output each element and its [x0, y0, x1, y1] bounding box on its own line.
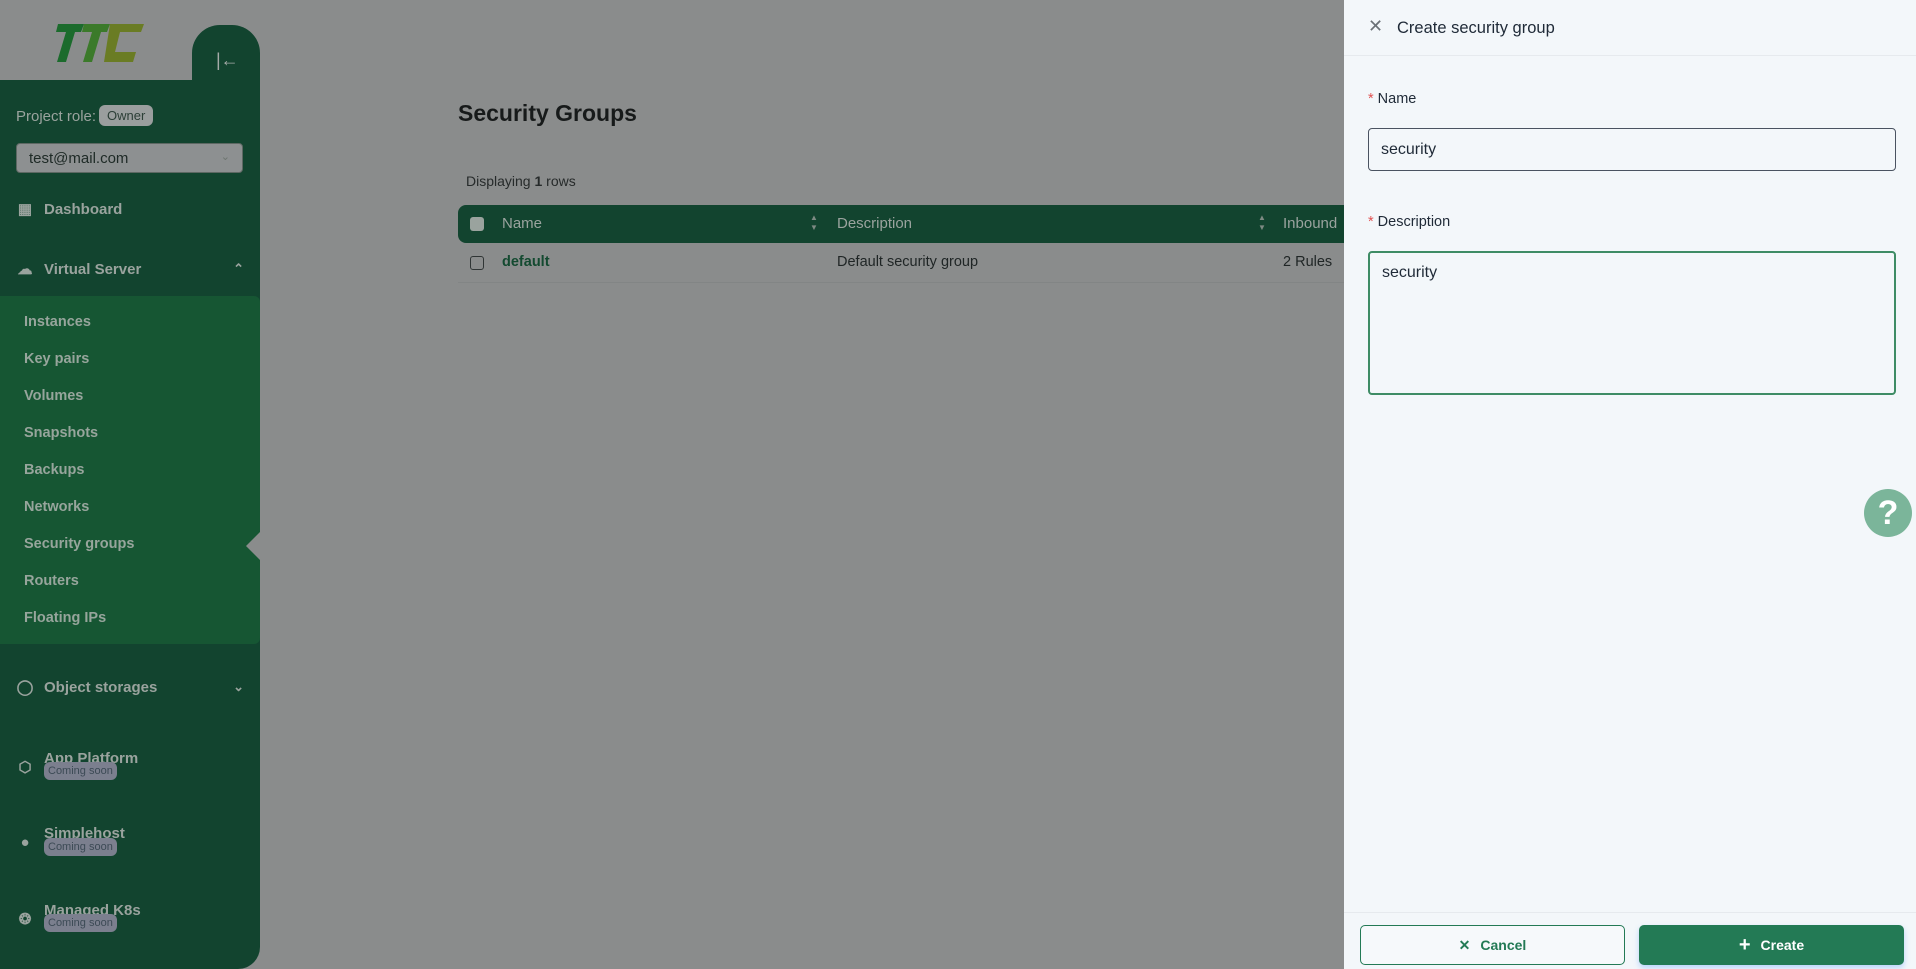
row-count: Displaying 1 rows — [466, 173, 576, 189]
select-all-checkbox[interactable] — [470, 217, 484, 231]
cube-icon: ⬡ — [18, 759, 32, 776]
chevron-up-icon: ⌃ — [233, 261, 244, 276]
row-count-value: 1 — [534, 173, 543, 189]
cloud-icon: ☁ — [17, 261, 33, 278]
page-title: Security Groups — [458, 100, 637, 126]
table-row: default Default security group 2 Rules — [458, 244, 1358, 283]
chevron-down-icon: ⌄ — [220, 151, 230, 163]
sidebar-item-volumes[interactable]: Volumes — [24, 388, 83, 404]
required-asterisk: * — [1368, 91, 1374, 107]
description-label-text: Description — [1377, 214, 1451, 230]
sidebar-item-label: Object storages — [44, 678, 158, 696]
plus-icon: + — [1738, 933, 1751, 956]
sidebar-item-routers[interactable]: Routers — [24, 573, 79, 589]
sidebar-item-label: Dashboard — [44, 200, 123, 218]
sort-icon[interactable]: ▲ ▼ — [810, 213, 818, 233]
sidebar-item-object-storages[interactable]: ◯ Object storages ⌄ — [16, 678, 244, 697]
sidebar-item-backups[interactable]: Backups — [24, 462, 84, 478]
globe-icon: ● — [20, 834, 30, 851]
active-indicator — [246, 532, 260, 560]
table-header: Name ▲ ▼ Description ▲ ▼ Inbound — [458, 205, 1358, 243]
collapse-left-icon[interactable]: |← — [216, 50, 239, 71]
sidebar-item-snapshots[interactable]: Snapshots — [24, 425, 98, 441]
cancel-label: Cancel — [1480, 937, 1527, 953]
sidebar-item-floating-ips[interactable]: Floating IPs — [24, 610, 106, 626]
security-group-description: Default security group — [837, 254, 979, 270]
drawer-header: ✕ Create security group — [1344, 0, 1916, 56]
description-label: * Description — [1368, 214, 1450, 230]
account-select[interactable]: test@mail.com ⌄ — [16, 143, 243, 173]
coming-soon-badge: Coming soon — [44, 762, 117, 780]
drawer-footer: ✕ Cancel + Create — [1344, 912, 1916, 969]
sidebar-item-instances[interactable]: Instances — [24, 314, 91, 330]
name-input[interactable] — [1368, 128, 1896, 171]
question-icon: ? — [1877, 494, 1899, 532]
chevron-down-icon: ⌄ — [233, 679, 244, 694]
create-security-group-drawer: ✕ Create security group *Name *Descripti… — [1344, 0, 1916, 969]
sidebar-item-dashboard[interactable]: ▦ Dashboard — [16, 200, 244, 219]
name-label: * Name — [1368, 91, 1416, 107]
grid-icon: ▦ — [17, 201, 33, 218]
ttc-logo — [56, 24, 144, 62]
drawer-title: Create security group — [1397, 19, 1555, 37]
required-asterisk: * — [1368, 214, 1374, 230]
column-header-inbound[interactable]: Inbound — [1283, 215, 1337, 232]
sort-icon[interactable]: ▲ ▼ — [1258, 213, 1266, 233]
coming-soon-badge: Coming soon — [44, 838, 117, 856]
inbound-rules: 2 Rules — [1283, 254, 1333, 270]
create-label: Create — [1760, 937, 1805, 953]
row-count-prefix: Displaying — [466, 173, 531, 189]
column-header-description[interactable]: Description — [837, 215, 912, 232]
row-count-suffix: rows — [546, 173, 576, 189]
bucket-icon: ◯ — [16, 679, 34, 696]
account-value: test@mail.com — [29, 150, 129, 167]
close-icon: ✕ — [1458, 936, 1471, 953]
sidebar-item-security-groups[interactable]: Security groups — [24, 536, 134, 552]
description-textarea[interactable]: security — [1368, 251, 1896, 395]
name-label-text: Name — [1377, 91, 1417, 107]
project-role-badge: Owner — [99, 105, 154, 126]
sidebar-item-networks[interactable]: Networks — [24, 499, 89, 515]
project-role-label: Project role: — [16, 108, 97, 125]
sidebar-item-virtual-server[interactable]: ☁ Virtual Server ⌃ — [16, 260, 245, 279]
security-group-name-link[interactable]: default — [502, 254, 550, 270]
coming-soon-badge: Coming soon — [44, 914, 117, 932]
create-button[interactable]: + Create — [1639, 925, 1904, 965]
sidebar-item-label: Virtual Server — [44, 260, 142, 278]
row-checkbox[interactable] — [470, 256, 484, 270]
close-icon[interactable]: ✕ — [1368, 16, 1383, 37]
help-button[interactable]: ? — [1864, 489, 1912, 537]
kubernetes-icon: ❂ — [18, 911, 32, 928]
sidebar-item-key-pairs[interactable]: Key pairs — [24, 351, 89, 367]
column-header-name[interactable]: Name — [502, 215, 542, 232]
cancel-button[interactable]: ✕ Cancel — [1360, 925, 1625, 965]
